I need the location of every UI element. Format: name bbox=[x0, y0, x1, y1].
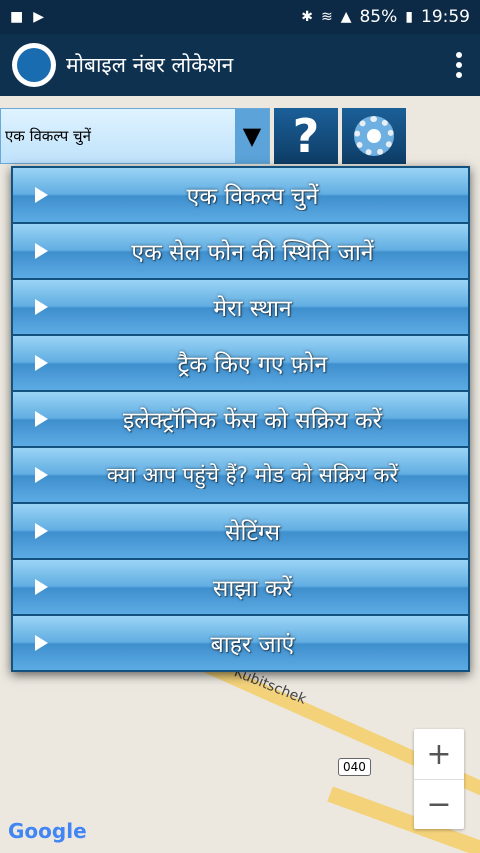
google-logo: Google bbox=[8, 819, 87, 843]
zoom-controls: + − bbox=[414, 729, 464, 829]
route-shield: 040 bbox=[338, 758, 371, 776]
gear-icon bbox=[354, 116, 394, 156]
menu-item-tracked-phones[interactable]: ट्रैक किए गए फ़ोन bbox=[13, 336, 468, 390]
play-arrow-icon bbox=[35, 243, 48, 259]
play-store-icon: ▶ bbox=[33, 9, 45, 25]
play-arrow-icon bbox=[35, 411, 48, 427]
battery-icon: ▮ bbox=[405, 9, 413, 25]
wifi-icon: ≋ bbox=[320, 9, 333, 25]
signal-icon: ▲ bbox=[340, 9, 352, 25]
menu-item-arrival-mode[interactable]: क्या आप पहुंचे हैं? मोड को सक्रिय करें bbox=[13, 448, 468, 502]
status-bar: ■ ▶ ✱ ≋ ▲ 85% ▮ 19:59 bbox=[0, 0, 480, 34]
action-toolbar: एक विकल्प चुनें ▼ ? bbox=[0, 108, 480, 164]
menu-item-settings[interactable]: सेटिंग्स bbox=[13, 504, 468, 558]
menu-item-exit[interactable]: बाहर जाएं bbox=[13, 616, 468, 670]
options-menu: एक विकल्प चुनें एक सेल फोन की स्थिति जान… bbox=[11, 166, 470, 672]
settings-button[interactable] bbox=[342, 108, 406, 164]
app-logo-icon bbox=[12, 43, 56, 87]
play-arrow-icon bbox=[35, 187, 48, 203]
battery-level: 85% bbox=[359, 7, 398, 27]
option-select[interactable]: एक विकल्प चुनें ▼ bbox=[0, 108, 270, 164]
overflow-menu-icon[interactable] bbox=[450, 46, 468, 84]
zoom-in-button[interactable]: + bbox=[414, 729, 464, 779]
help-button[interactable]: ? bbox=[274, 108, 338, 164]
google-attribution: Google bbox=[8, 819, 87, 843]
menu-item-share[interactable]: साझा करें bbox=[13, 560, 468, 614]
play-arrow-icon bbox=[35, 523, 48, 539]
bluetooth-icon: ✱ bbox=[301, 9, 313, 25]
menu-item-electronic-fence[interactable]: इलेक्ट्रॉनिक फेंस को सक्रिय करें bbox=[13, 392, 468, 446]
menu-item-my-location[interactable]: मेरा स्थान bbox=[13, 280, 468, 334]
zoom-out-button[interactable]: − bbox=[414, 779, 464, 829]
play-arrow-icon bbox=[35, 299, 48, 315]
menu-item-choose-option[interactable]: एक विकल्प चुनें bbox=[13, 168, 468, 222]
app-bar: मोबाइल नंबर लोकेशन bbox=[0, 34, 480, 96]
clock: 19:59 bbox=[421, 7, 470, 27]
option-select-value: एक विकल्प चुनें bbox=[5, 127, 91, 145]
app-title: मोबाइल नंबर लोकेशन bbox=[66, 53, 234, 77]
menu-item-locate-phone[interactable]: एक सेल फोन की स्थिति जानें bbox=[13, 224, 468, 278]
play-arrow-icon bbox=[35, 579, 48, 595]
play-arrow-icon bbox=[35, 355, 48, 371]
play-arrow-icon bbox=[35, 635, 48, 651]
flipboard-icon: ■ bbox=[10, 9, 24, 25]
dropdown-arrow-icon[interactable]: ▼ bbox=[235, 109, 269, 163]
play-arrow-icon bbox=[35, 467, 48, 483]
